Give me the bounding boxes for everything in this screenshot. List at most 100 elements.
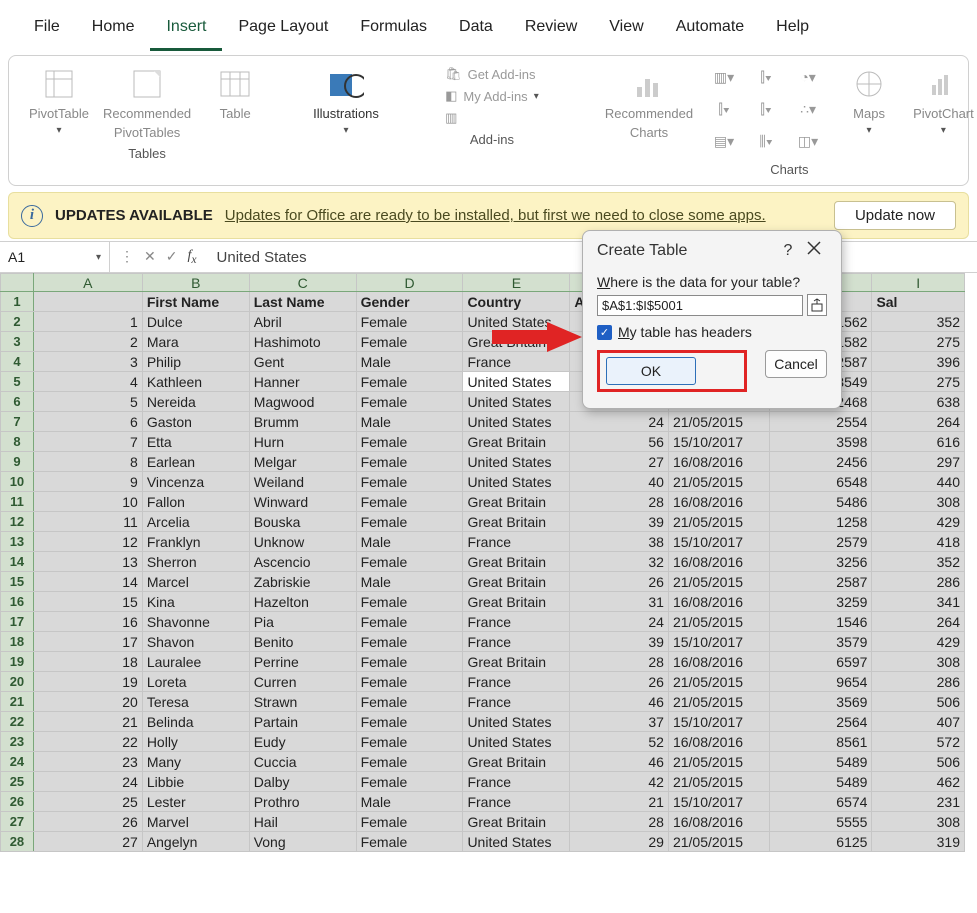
cell[interactable]: 37	[570, 712, 669, 732]
cell[interactable]: Hail	[249, 812, 356, 832]
cell[interactable]: 352	[872, 552, 965, 572]
menu-tab-review[interactable]: Review	[509, 10, 593, 51]
cell[interactable]: Female	[356, 592, 463, 612]
cell[interactable]: 29	[570, 832, 669, 852]
cell[interactable]: 3569	[769, 692, 872, 712]
cell[interactable]: Magwood	[249, 392, 356, 412]
cell[interactable]: 11	[33, 512, 142, 532]
cell[interactable]: 16/08/2016	[668, 592, 769, 612]
cell[interactable]: 15/10/2017	[668, 712, 769, 732]
cell[interactable]: Zabriskie	[249, 572, 356, 592]
cell[interactable]: Female	[356, 392, 463, 412]
cell[interactable]: Eudy	[249, 732, 356, 752]
cell[interactable]: 506	[872, 752, 965, 772]
cell[interactable]: 21/05/2015	[668, 672, 769, 692]
cell[interactable]: 16/08/2016	[668, 812, 769, 832]
cell[interactable]: Ascencio	[249, 552, 356, 572]
cell[interactable]: France	[463, 792, 570, 812]
cell[interactable]: Shavon	[142, 632, 249, 652]
cell[interactable]: Loreta	[142, 672, 249, 692]
cell[interactable]: 21	[33, 712, 142, 732]
fx-icon[interactable]: fx	[187, 248, 196, 266]
cell[interactable]: 9	[33, 472, 142, 492]
cell[interactable]: France	[463, 632, 570, 652]
cell[interactable]: 39	[570, 632, 669, 652]
cell[interactable]: 5	[33, 392, 142, 412]
cell[interactable]: Male	[356, 792, 463, 812]
column-chart-button[interactable]: ▥▾	[707, 66, 741, 88]
cell[interactable]: 42	[570, 772, 669, 792]
cell[interactable]: 308	[872, 492, 965, 512]
cell[interactable]: Female	[356, 432, 463, 452]
cell[interactable]: 46	[570, 692, 669, 712]
cell[interactable]: 2554	[769, 412, 872, 432]
cell[interactable]: Prothro	[249, 792, 356, 812]
ok-button[interactable]: OK	[606, 357, 696, 385]
cell[interactable]: Hazelton	[249, 592, 356, 612]
cell[interactable]: 21/05/2015	[668, 512, 769, 532]
cell[interactable]: 6	[33, 412, 142, 432]
row-header[interactable]: 5	[1, 372, 34, 392]
column-header[interactable]: D	[356, 274, 463, 292]
cell[interactable]: 3	[33, 352, 142, 372]
cell[interactable]: Hanner	[249, 372, 356, 392]
close-button[interactable]	[801, 241, 827, 260]
cell[interactable]: Hurn	[249, 432, 356, 452]
cell[interactable]: Hashimoto	[249, 332, 356, 352]
cell[interactable]: Strawn	[249, 692, 356, 712]
cell[interactable]: 8561	[769, 732, 872, 752]
range-picker-button[interactable]	[807, 294, 827, 316]
cell[interactable]: 5489	[769, 752, 872, 772]
cell[interactable]: 15/10/2017	[668, 792, 769, 812]
row-header[interactable]: 17	[1, 612, 34, 632]
illustrations-button[interactable]: Illustrations ▾	[313, 66, 379, 136]
cell[interactable]: 6125	[769, 832, 872, 852]
cell[interactable]: 308	[872, 652, 965, 672]
cell[interactable]: Great Britain	[463, 752, 570, 772]
row-header[interactable]: 11	[1, 492, 34, 512]
cell[interactable]: 6548	[769, 472, 872, 492]
cell[interactable]: Unknow	[249, 532, 356, 552]
cell[interactable]: 6597	[769, 652, 872, 672]
cell[interactable]: Sal	[872, 292, 965, 312]
row-header[interactable]: 20	[1, 672, 34, 692]
cell[interactable]: 12	[33, 532, 142, 552]
waterfall-chart-button[interactable]: ▤▾	[707, 130, 741, 152]
cell[interactable]: 15/10/2017	[668, 432, 769, 452]
cell[interactable]: Libbie	[142, 772, 249, 792]
cell[interactable]: 506	[872, 692, 965, 712]
cell[interactable]: 6574	[769, 792, 872, 812]
cell[interactable]: 2	[33, 332, 142, 352]
menu-tab-home[interactable]: Home	[76, 10, 151, 51]
cell[interactable]: 31	[570, 592, 669, 612]
cell[interactable]: Lester	[142, 792, 249, 812]
cell[interactable]: France	[463, 672, 570, 692]
cell[interactable]: 21/05/2015	[668, 692, 769, 712]
cell[interactable]: Great Britain	[463, 592, 570, 612]
cell[interactable]: 616	[872, 432, 965, 452]
cell[interactable]: Female	[356, 832, 463, 852]
cell[interactable]: 1258	[769, 512, 872, 532]
cell[interactable]: Holly	[142, 732, 249, 752]
cell[interactable]: 275	[872, 332, 965, 352]
cell[interactable]: Female	[356, 552, 463, 572]
cell[interactable]: Female	[356, 652, 463, 672]
pivottable-button[interactable]: PivotTable ▾	[29, 66, 89, 136]
cell[interactable]: Female	[356, 472, 463, 492]
cell[interactable]: Cuccia	[249, 752, 356, 772]
cell[interactable]: Female	[356, 692, 463, 712]
cell[interactable]: France	[463, 692, 570, 712]
cell[interactable]: 28	[570, 652, 669, 672]
column-header[interactable]: I	[872, 274, 965, 292]
row-header[interactable]: 7	[1, 412, 34, 432]
surface-chart-button[interactable]: ◫▾	[791, 130, 825, 152]
cell[interactable]: 14	[33, 572, 142, 592]
cell[interactable]: 13	[33, 552, 142, 572]
cell[interactable]: 1546	[769, 612, 872, 632]
cell[interactable]: Pia	[249, 612, 356, 632]
cell[interactable]: Many	[142, 752, 249, 772]
menu-tab-automate[interactable]: Automate	[660, 10, 760, 51]
cell[interactable]: Perrine	[249, 652, 356, 672]
row-header[interactable]: 26	[1, 792, 34, 812]
cell[interactable]: 638	[872, 392, 965, 412]
